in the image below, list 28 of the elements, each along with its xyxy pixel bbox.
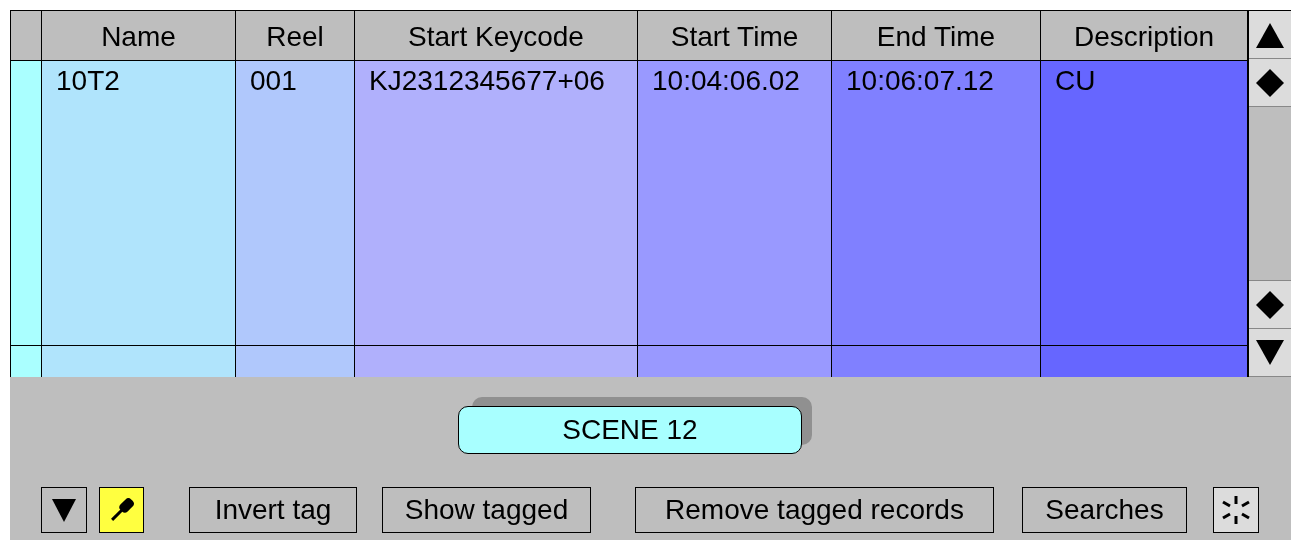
toolbar-button[interactable]: Show tagged	[382, 487, 591, 533]
column-header[interactable]: Name	[42, 11, 236, 61]
table-cell: 001	[236, 61, 355, 346]
screwdriver-button[interactable]	[99, 487, 144, 533]
page-down-button[interactable]	[1249, 281, 1291, 329]
column-header[interactable]: End Time	[832, 11, 1041, 61]
toolbar-button[interactable]: Invert tag	[189, 487, 357, 533]
column-header[interactable]: Start Keycode	[355, 11, 638, 61]
table-cell: 10T2	[42, 61, 236, 346]
tag-cell[interactable]	[11, 61, 42, 346]
tag-cell[interactable]	[11, 346, 42, 377]
column-header[interactable]: Reel	[236, 11, 355, 61]
page-up-button[interactable]	[1249, 59, 1291, 107]
diamond-icon	[1255, 67, 1285, 98]
column-header[interactable]: Start Time	[638, 11, 832, 61]
scroll-up-button[interactable]	[1249, 11, 1291, 59]
scroll-down-button[interactable]	[1249, 329, 1291, 377]
column-header[interactable]: Description	[1041, 11, 1248, 61]
asterisk-button[interactable]	[1213, 487, 1259, 533]
table-cell: 10:06:07.12	[832, 61, 1041, 346]
scene-tab[interactable]: SCENE 12	[458, 406, 802, 454]
toolbar-button[interactable]: Remove tagged records	[635, 487, 994, 533]
table-cell: CU	[1041, 61, 1248, 346]
dropdown-button[interactable]	[41, 487, 87, 533]
table-cell: 10:04:06.02	[638, 61, 832, 346]
toolbar-button[interactable]: Searches	[1022, 487, 1187, 533]
table-cell: KJ2312345677+06	[355, 61, 638, 346]
diamond-icon	[1255, 289, 1285, 320]
